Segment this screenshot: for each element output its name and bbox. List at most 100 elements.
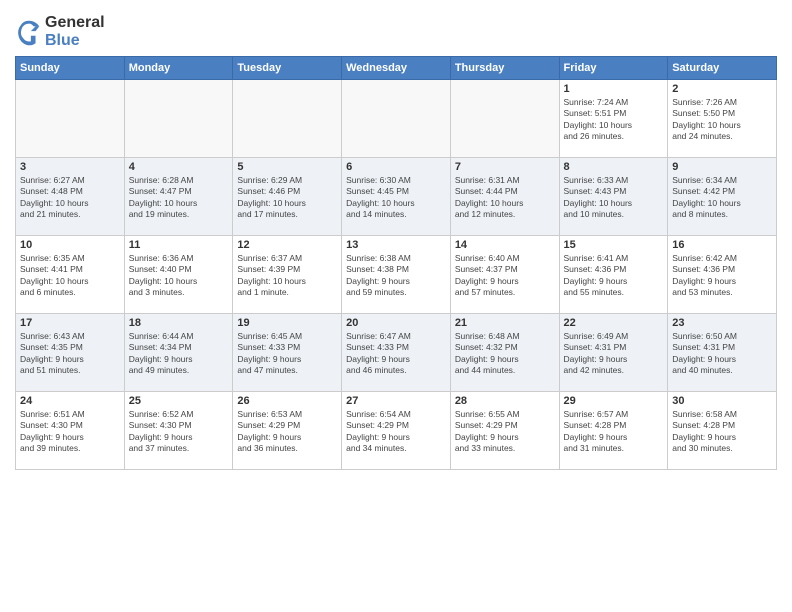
calendar-cell: 19Sunrise: 6:45 AM Sunset: 4:33 PM Dayli… (233, 314, 342, 392)
weekday-header-row: SundayMondayTuesdayWednesdayThursdayFrid… (16, 57, 777, 80)
day-info: Sunrise: 6:34 AM Sunset: 4:42 PM Dayligh… (672, 175, 772, 221)
week-row-2: 3 Sunrise: 6:27 AM Sunset: 4:48 PM Daylig… (16, 158, 777, 236)
day-info: Sunrise: 6:50 AM Sunset: 4:31 PM Dayligh… (672, 331, 772, 377)
day-number: 24 (20, 395, 120, 407)
day-number: 10 (20, 239, 120, 251)
day-info: Sunrise: 6:28 AM Sunset: 4:47 PM Dayligh… (129, 175, 229, 221)
day-number: 18 (129, 317, 229, 329)
day-info: Sunrise: 6:43 AM Sunset: 4:35 PM Dayligh… (20, 331, 120, 377)
calendar-cell (450, 80, 559, 158)
day-info: Sunrise: 6:44 AM Sunset: 4:34 PM Dayligh… (129, 331, 229, 377)
calendar-cell (342, 80, 451, 158)
logo-text: General Blue (45, 14, 105, 50)
day-number: 5 (237, 161, 337, 173)
day-info: Sunrise: 7:24 AM Sunset: 5:51 PM Dayligh… (564, 97, 664, 143)
calendar-cell: 1 Sunrise: 7:24 AM Sunset: 5:51 PM Daylig… (559, 80, 668, 158)
page-container: General Blue SundayMondayTuesdayWednesda… (0, 0, 792, 480)
calendar-cell: 3 Sunrise: 6:27 AM Sunset: 4:48 PM Daylig… (16, 158, 125, 236)
day-info: Sunrise: 6:55 AM Sunset: 4:29 PM Dayligh… (455, 409, 555, 455)
calendar-cell: 10 Sunrise: 6:35 AM Sunset: 4:41 PM Dayli… (16, 236, 125, 314)
calendar-cell: 18 Sunrise: 6:44 AM Sunset: 4:34 PM Dayli… (124, 314, 233, 392)
weekday-header-sunday: Sunday (16, 57, 125, 80)
day-number: 9 (672, 161, 772, 173)
day-number: 6 (346, 161, 446, 173)
day-info: Sunrise: 6:31 AM Sunset: 4:44 PM Dayligh… (455, 175, 555, 221)
calendar-cell: 24Sunrise: 6:51 AM Sunset: 4:30 PM Dayli… (16, 392, 125, 470)
week-row-3: 10 Sunrise: 6:35 AM Sunset: 4:41 PM Dayli… (16, 236, 777, 314)
day-number: 12 (237, 239, 337, 251)
calendar-table: SundayMondayTuesdayWednesdayThursdayFrid… (15, 56, 777, 470)
day-info: Sunrise: 6:29 AM Sunset: 4:46 PM Dayligh… (237, 175, 337, 221)
day-number: 19 (237, 317, 337, 329)
calendar-cell: 9 Sunrise: 6:34 AM Sunset: 4:42 PM Daylig… (668, 158, 777, 236)
calendar-cell: 17 Sunrise: 6:43 AM Sunset: 4:35 PM Dayli… (16, 314, 125, 392)
day-number: 22 (564, 317, 664, 329)
calendar-cell: 28 Sunrise: 6:55 AM Sunset: 4:29 PM Dayli… (450, 392, 559, 470)
week-row-4: 17 Sunrise: 6:43 AM Sunset: 4:35 PM Dayli… (16, 314, 777, 392)
calendar-cell: 14 Sunrise: 6:40 AM Sunset: 4:37 PM Dayli… (450, 236, 559, 314)
calendar-cell: 20 Sunrise: 6:47 AM Sunset: 4:33 PM Dayli… (342, 314, 451, 392)
weekday-header-thursday: Thursday (450, 57, 559, 80)
weekday-header-friday: Friday (559, 57, 668, 80)
logo-icon (15, 18, 43, 46)
day-number: 2 (672, 83, 772, 95)
calendar-cell: 25 Sunrise: 6:52 AM Sunset: 4:30 PM Dayli… (124, 392, 233, 470)
day-number: 23 (672, 317, 772, 329)
calendar-cell: 22 Sunrise: 6:49 AM Sunset: 4:31 PM Dayli… (559, 314, 668, 392)
day-info: Sunrise: 6:38 AM Sunset: 4:38 PM Dayligh… (346, 253, 446, 299)
weekday-header-saturday: Saturday (668, 57, 777, 80)
calendar-cell (233, 80, 342, 158)
calendar-cell: 16 Sunrise: 6:42 AM Sunset: 4:36 PM Dayli… (668, 236, 777, 314)
day-number: 1 (564, 83, 664, 95)
day-number: 4 (129, 161, 229, 173)
day-info: Sunrise: 7:26 AM Sunset: 5:50 PM Dayligh… (672, 97, 772, 143)
header: General Blue (15, 10, 777, 50)
calendar-cell: 30Sunrise: 6:58 AM Sunset: 4:28 PM Dayli… (668, 392, 777, 470)
week-row-5: 24Sunrise: 6:51 AM Sunset: 4:30 PM Dayli… (16, 392, 777, 470)
day-number: 26 (237, 395, 337, 407)
calendar-cell (124, 80, 233, 158)
calendar-cell: 2 Sunrise: 7:26 AM Sunset: 5:50 PM Daylig… (668, 80, 777, 158)
day-info: Sunrise: 6:53 AM Sunset: 4:29 PM Dayligh… (237, 409, 337, 455)
day-info: Sunrise: 6:37 AM Sunset: 4:39 PM Dayligh… (237, 253, 337, 299)
day-number: 7 (455, 161, 555, 173)
day-info: Sunrise: 6:52 AM Sunset: 4:30 PM Dayligh… (129, 409, 229, 455)
day-info: Sunrise: 6:57 AM Sunset: 4:28 PM Dayligh… (564, 409, 664, 455)
day-info: Sunrise: 6:35 AM Sunset: 4:41 PM Dayligh… (20, 253, 120, 299)
day-info: Sunrise: 6:27 AM Sunset: 4:48 PM Dayligh… (20, 175, 120, 221)
day-info: Sunrise: 6:49 AM Sunset: 4:31 PM Dayligh… (564, 331, 664, 377)
day-number: 11 (129, 239, 229, 251)
day-number: 8 (564, 161, 664, 173)
calendar-cell: 5 Sunrise: 6:29 AM Sunset: 4:46 PM Daylig… (233, 158, 342, 236)
calendar-cell: 27Sunrise: 6:54 AM Sunset: 4:29 PM Dayli… (342, 392, 451, 470)
day-number: 28 (455, 395, 555, 407)
day-info: Sunrise: 6:41 AM Sunset: 4:36 PM Dayligh… (564, 253, 664, 299)
day-info: Sunrise: 6:36 AM Sunset: 4:40 PM Dayligh… (129, 253, 229, 299)
day-info: Sunrise: 6:42 AM Sunset: 4:36 PM Dayligh… (672, 253, 772, 299)
calendar-cell: 21Sunrise: 6:48 AM Sunset: 4:32 PM Dayli… (450, 314, 559, 392)
day-number: 20 (346, 317, 446, 329)
day-info: Sunrise: 6:30 AM Sunset: 4:45 PM Dayligh… (346, 175, 446, 221)
weekday-header-tuesday: Tuesday (233, 57, 342, 80)
day-number: 15 (564, 239, 664, 251)
weekday-header-wednesday: Wednesday (342, 57, 451, 80)
day-number: 17 (20, 317, 120, 329)
day-info: Sunrise: 6:47 AM Sunset: 4:33 PM Dayligh… (346, 331, 446, 377)
day-number: 14 (455, 239, 555, 251)
day-number: 3 (20, 161, 120, 173)
calendar-cell: 6 Sunrise: 6:30 AM Sunset: 4:45 PM Daylig… (342, 158, 451, 236)
week-row-1: 1 Sunrise: 7:24 AM Sunset: 5:51 PM Daylig… (16, 80, 777, 158)
day-number: 25 (129, 395, 229, 407)
weekday-header-monday: Monday (124, 57, 233, 80)
day-number: 13 (346, 239, 446, 251)
day-info: Sunrise: 6:48 AM Sunset: 4:32 PM Dayligh… (455, 331, 555, 377)
day-info: Sunrise: 6:33 AM Sunset: 4:43 PM Dayligh… (564, 175, 664, 221)
calendar-cell: 13 Sunrise: 6:38 AM Sunset: 4:38 PM Dayli… (342, 236, 451, 314)
calendar-cell: 29Sunrise: 6:57 AM Sunset: 4:28 PM Dayli… (559, 392, 668, 470)
day-number: 30 (672, 395, 772, 407)
calendar-cell: 4 Sunrise: 6:28 AM Sunset: 4:47 PM Daylig… (124, 158, 233, 236)
calendar-cell: 8 Sunrise: 6:33 AM Sunset: 4:43 PM Daylig… (559, 158, 668, 236)
day-info: Sunrise: 6:40 AM Sunset: 4:37 PM Dayligh… (455, 253, 555, 299)
day-number: 16 (672, 239, 772, 251)
day-info: Sunrise: 6:54 AM Sunset: 4:29 PM Dayligh… (346, 409, 446, 455)
